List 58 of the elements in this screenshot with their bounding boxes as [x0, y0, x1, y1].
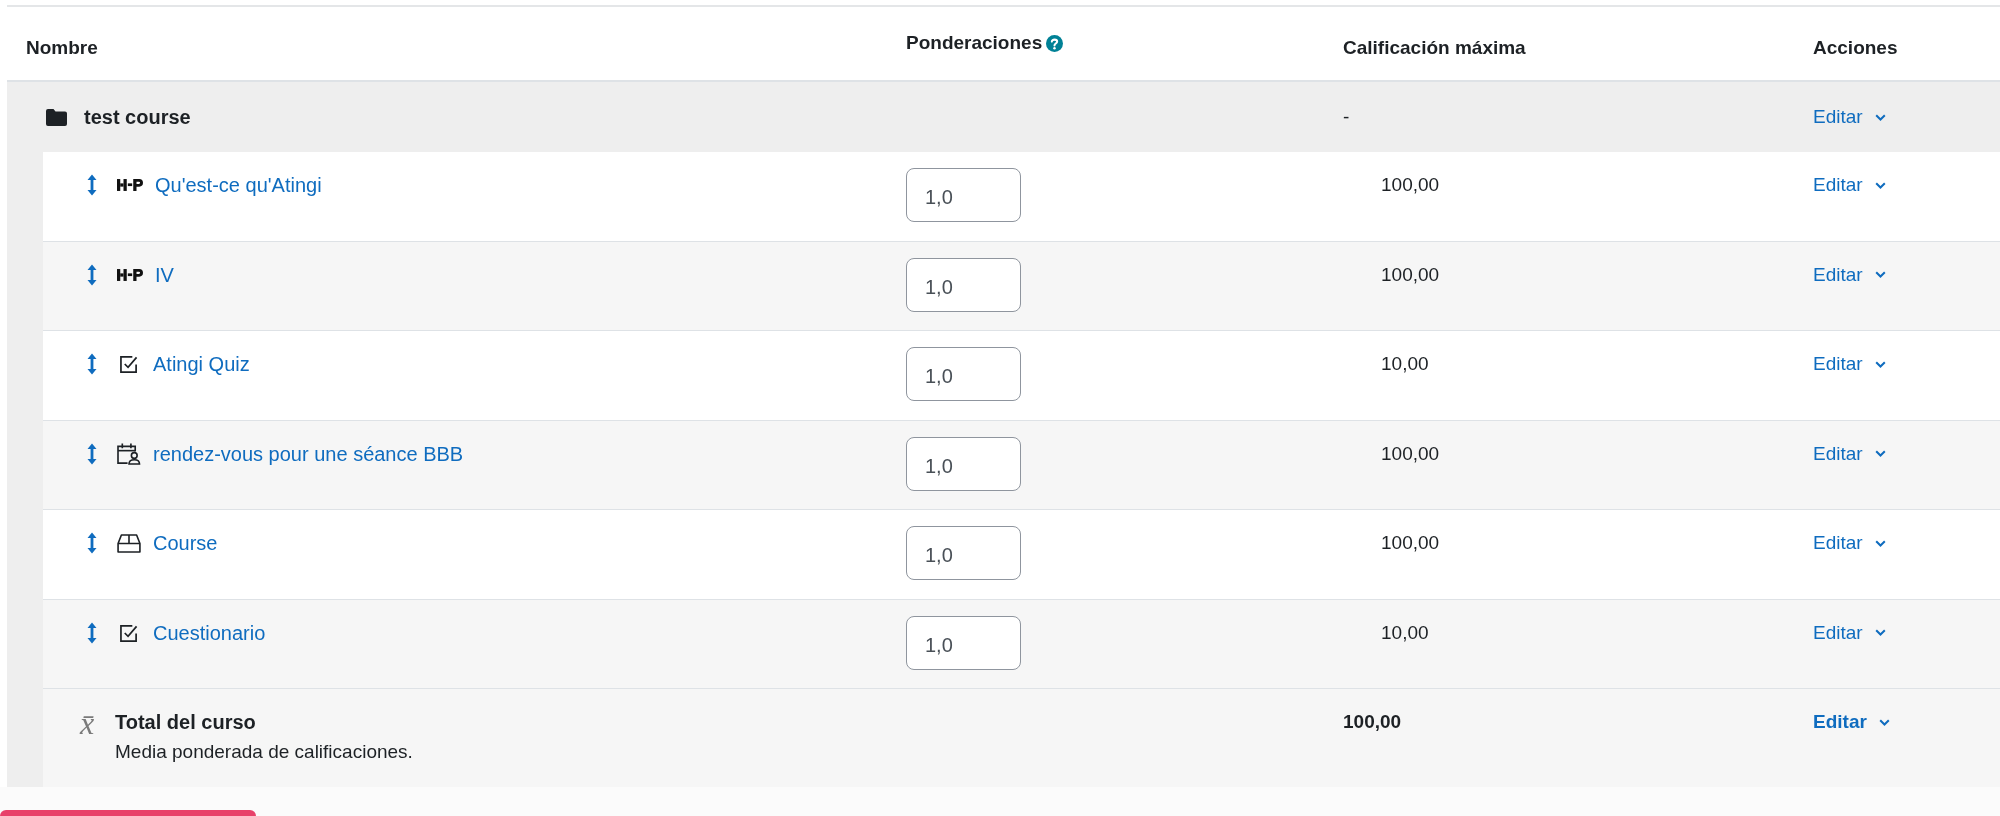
grade-item-link[interactable]: Atingi Quiz: [153, 352, 250, 376]
max-grade: 100,00: [1381, 532, 1440, 553]
chevron-down-icon: [1874, 539, 1886, 547]
weight-input[interactable]: 1,0: [906, 436, 1021, 491]
weight-input[interactable]: 1,0: [906, 257, 1021, 312]
edit-menu-button[interactable]: Editar: [1813, 262, 1886, 287]
h5p-logo-icon: [117, 179, 143, 191]
grade-item-link[interactable]: rendez-vous pour une séance BBB: [153, 441, 464, 466]
grade-item-link[interactable]: Qu'est-ce qu'Atingi: [155, 173, 322, 197]
folder-icon: [46, 108, 67, 126]
box-icon: [117, 533, 141, 553]
chevron-down-icon: [1878, 718, 1890, 726]
weight-input[interactable]: 1,0: [906, 347, 1021, 401]
checked-box-icon: [120, 355, 138, 373]
weight-input[interactable]: 1,0: [906, 615, 1021, 670]
chevron-down-icon: [1874, 113, 1886, 121]
vertical-arrows-icon[interactable]: [87, 263, 97, 286]
course-total-title: Total del curso: [115, 710, 257, 734]
column-header: Nombre: [26, 36, 98, 60]
max-grade: -: [1343, 106, 1350, 127]
max-grade: 100,00: [1381, 174, 1440, 195]
chevron-down-icon: [1874, 181, 1886, 189]
grade-item-link[interactable]: IV: [155, 262, 174, 287]
checked-box-icon: [120, 623, 138, 642]
category-name: test course: [84, 105, 191, 129]
calendar-person-icon: [117, 442, 141, 465]
course-total-description: Media ponderada de calificaciones.: [115, 740, 413, 764]
edit-menu-button[interactable]: Editar: [1813, 441, 1886, 466]
max-grade: 100,00: [1343, 711, 1402, 732]
column-header: Ponderaciones: [906, 31, 1043, 55]
vertical-arrows-icon[interactable]: [87, 174, 97, 196]
edit-menu-button[interactable]: Editar: [1813, 710, 1890, 734]
chevron-down-icon: [1874, 450, 1886, 457]
h5p-logo-icon: [117, 268, 143, 281]
grade-item-link[interactable]: Cuestionario: [153, 620, 266, 645]
weight-input[interactable]: 1,0: [906, 168, 1021, 222]
edit-menu-button[interactable]: Editar: [1813, 620, 1886, 645]
weight-input[interactable]: 1,0: [906, 526, 1021, 580]
edit-menu-button[interactable]: Editar: [1813, 352, 1886, 376]
vertical-arrows-icon[interactable]: [87, 442, 97, 465]
column-header: Acciones: [1813, 36, 1898, 60]
edit-menu-button[interactable]: Editar: [1813, 531, 1886, 555]
mean-symbol: x̄: [80, 707, 96, 739]
max-grade: 10,00: [1381, 353, 1429, 374]
vertical-arrows-icon[interactable]: [87, 621, 97, 644]
chevron-down-icon: [1874, 629, 1886, 636]
chevron-down-icon: [1874, 360, 1886, 368]
grade-item-link[interactable]: Course: [153, 531, 218, 555]
chevron-down-icon: [1874, 271, 1886, 278]
vertical-arrows-icon[interactable]: [87, 532, 97, 554]
help-icon[interactable]: [1046, 34, 1064, 52]
max-grade: 100,00: [1381, 263, 1440, 285]
column-header: Calificación máxima: [1343, 36, 1526, 60]
max-grade: 100,00: [1381, 442, 1440, 464]
max-grade: 10,00: [1381, 621, 1429, 643]
vertical-arrows-icon[interactable]: [87, 353, 97, 375]
edit-menu-button[interactable]: Editar: [1813, 173, 1886, 197]
edit-menu-button[interactable]: Editar: [1813, 105, 1886, 129]
